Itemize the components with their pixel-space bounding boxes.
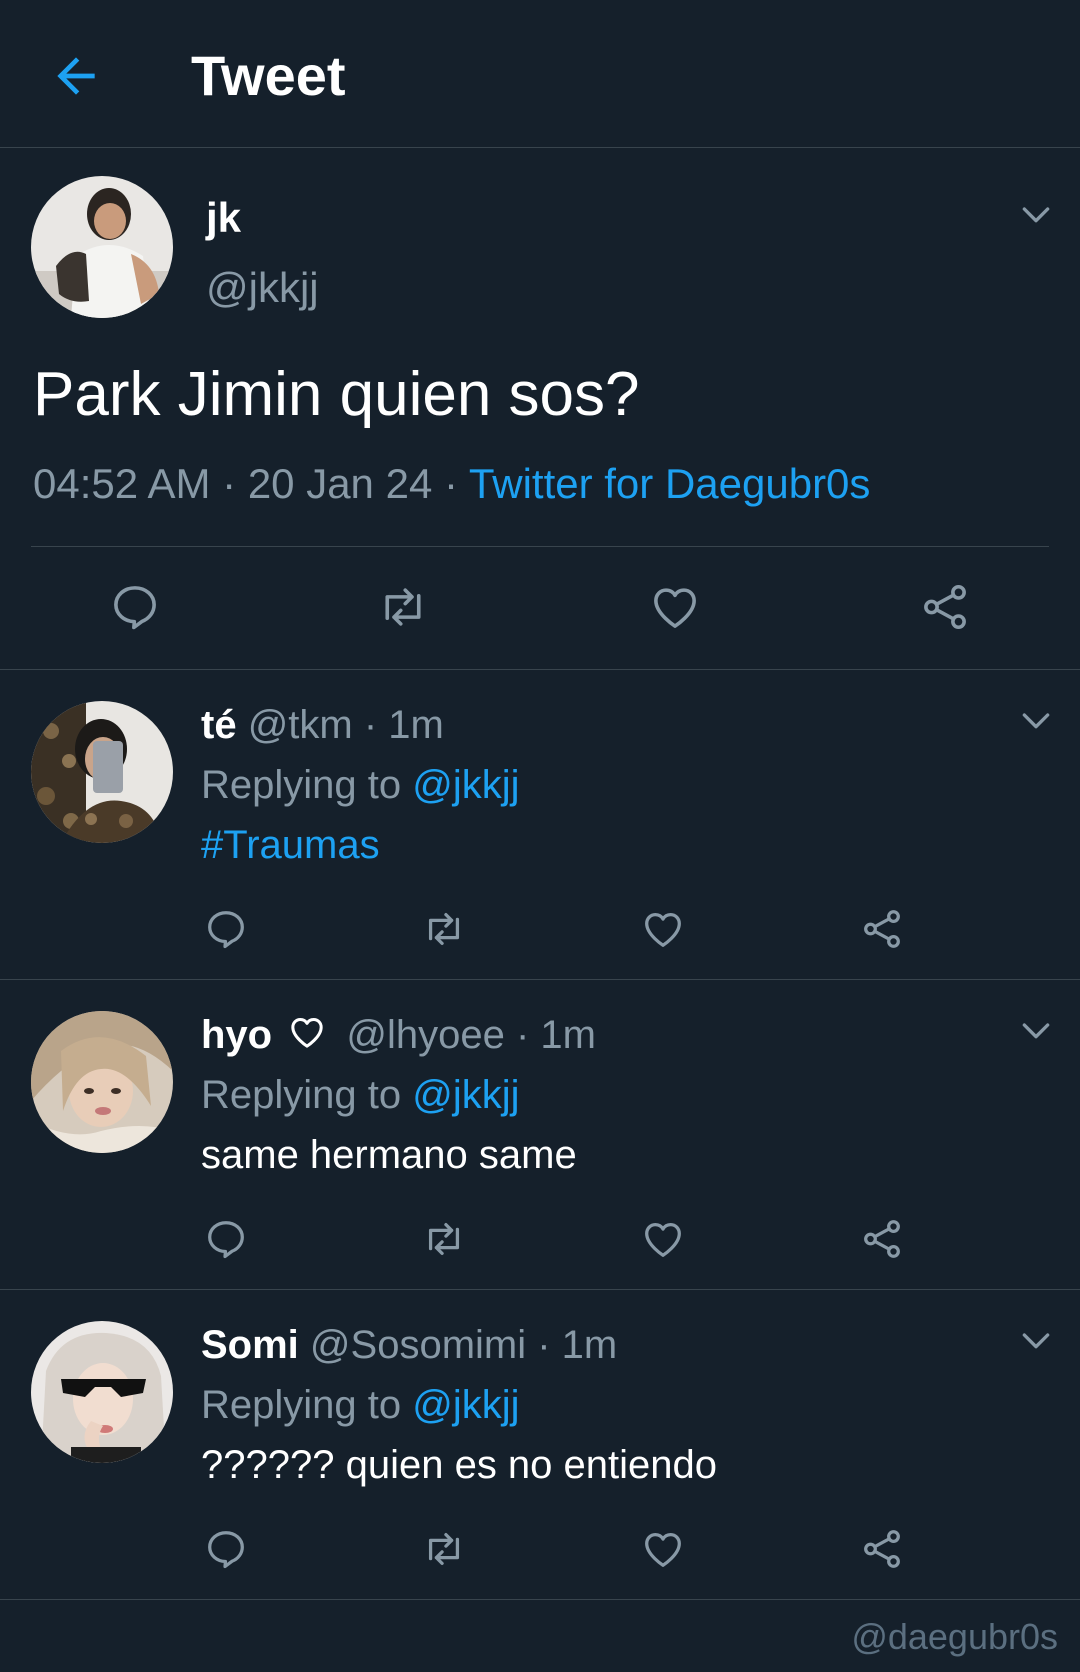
share-button[interactable] [859,1216,905,1267]
reply-text: ?????? quien es no entiendo [201,1443,718,1487]
divider [31,546,1049,547]
author-name[interactable]: té [201,703,237,747]
tweet-date: 20 Jan 24 [247,460,433,507]
author-name[interactable]: jk [206,194,241,242]
replying-to: Replying to @jkkjj [201,1070,520,1120]
author-handle[interactable]: @tkm [248,703,353,747]
reply-header: té @tkm · 1m [201,700,444,750]
avatar[interactable] [31,1321,173,1463]
reply-icon [208,911,244,949]
reply-time: · 1m [363,703,444,747]
replying-label: Replying to [201,1383,402,1427]
chevron-down-icon [1022,207,1050,223]
like-button[interactable] [648,580,702,639]
meta-separator: · [222,460,237,507]
tweet-text: Park Jimin quien sos? [33,360,640,429]
author-name[interactable]: hyo [201,1013,272,1057]
retweet-icon [428,1222,460,1256]
reply-text: same hermano same [201,1133,577,1177]
avatar[interactable] [31,176,173,318]
app-header: Tweet [0,0,1080,148]
reply-button[interactable] [108,580,162,639]
avatar[interactable] [31,701,173,843]
share-icon [864,1220,900,1258]
retweet-button[interactable] [421,1526,467,1577]
replying-label: Replying to [201,1073,402,1117]
tweet-time: 04:52 AM [33,460,211,507]
like-icon [645,1222,681,1257]
replying-to: Replying to @jkkjj [201,760,520,810]
reply-icon [114,586,156,630]
like-button[interactable] [640,1216,686,1267]
back-button[interactable] [48,48,104,104]
reply-tweet[interactable]: té @tkm · 1m Replying to @jkkjj #Traumas [0,670,1080,980]
mention-link[interactable]: @jkkjj [412,1383,519,1427]
main-tweet: jk @jkkjj Park Jimin quien sos? 04:52 AM… [0,148,1080,670]
reply-tweet[interactable]: hyo @lhyoee · 1m Replying to @jkkjj same… [0,980,1080,1290]
retweet-button[interactable] [421,1216,467,1267]
reply-button[interactable] [203,1216,249,1267]
share-icon [864,1530,900,1568]
page-title: Tweet [191,44,346,107]
tweet-menu-button[interactable] [1016,700,1056,740]
tweet-menu-button[interactable] [1016,1010,1056,1050]
tweet-meta: 04:52 AM · 20 Jan 24 · Twitter for Daegu… [33,458,870,510]
like-icon [654,588,696,628]
reply-header: hyo @lhyoee · 1m [201,1010,596,1060]
retweet-icon [385,588,421,626]
author-name[interactable]: Somi [201,1323,299,1367]
replying-label: Replying to [201,763,402,807]
retweet-icon [428,912,460,946]
reply-header: Somi @Sosomimi · 1m [201,1320,617,1370]
hashtag-link[interactable]: #Traumas [201,820,380,870]
reply-button[interactable] [203,906,249,957]
author-handle[interactable]: @Sosomimi [310,1323,526,1367]
reply-time: · 1m [515,1013,596,1057]
share-button[interactable] [859,1526,905,1577]
tweet-menu-button[interactable] [1016,194,1056,234]
share-icon [864,910,900,948]
author-handle[interactable]: @jkkjj [206,264,319,312]
reply-tweet[interactable]: Somi @Sosomimi · 1m Replying to @jkkjj ?… [0,1290,1080,1600]
author-handle[interactable]: @lhyoee [346,1013,504,1057]
meta-separator: · [443,460,458,507]
tweet-menu-button[interactable] [1016,1320,1056,1360]
like-button[interactable] [640,906,686,957]
avatar[interactable] [31,1011,173,1153]
watermark: @daegubr0s [851,1616,1058,1657]
share-icon [924,584,966,630]
like-icon [645,1532,681,1567]
share-button[interactable] [918,580,972,639]
reply-button[interactable] [203,1526,249,1577]
share-button[interactable] [859,906,905,957]
arrow-left-icon [57,57,95,95]
retweet-icon [428,1532,460,1566]
retweet-button[interactable] [421,906,467,957]
mention-link[interactable]: @jkkjj [412,763,519,807]
reply-icon [208,1531,244,1569]
chevron-down-icon [1022,1333,1050,1349]
chevron-down-icon [1022,713,1050,729]
like-button[interactable] [640,1526,686,1577]
heart-outline-icon [291,1018,323,1048]
reply-time: · 1m [537,1323,618,1367]
tweet-source-link[interactable]: Twitter for Daegubr0s [469,460,871,507]
retweet-button[interactable] [376,580,430,639]
mention-link[interactable]: @jkkjj [412,1073,519,1117]
replying-to: Replying to @jkkjj [201,1380,520,1430]
like-icon [645,912,681,947]
reply-icon [208,1221,244,1259]
chevron-down-icon [1022,1023,1050,1039]
